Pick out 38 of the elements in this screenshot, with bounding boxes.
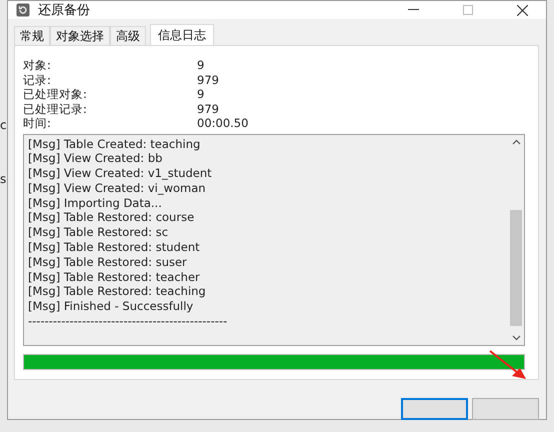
info-label: 已处理记录: (23, 102, 88, 116)
scroll-down-icon[interactable] (512, 334, 520, 340)
annotation-arrow (488, 349, 528, 381)
info-label: 记录: (23, 72, 52, 87)
info-value: 979 (197, 72, 220, 87)
log-line: [Msg] Table Created: teaching (28, 136, 202, 152)
info-label: 已处理对象: (23, 87, 88, 102)
info-value: 00:00.50 (197, 116, 250, 130)
dialog-button[interactable] (401, 398, 468, 420)
log-line: [Msg] View Created: v1_student (28, 166, 213, 181)
tab[interactable]: 高级 (110, 26, 146, 45)
tab[interactable]: 信息日志 (150, 24, 214, 45)
background-text: c (0, 118, 7, 132)
info-value: 979 (197, 102, 220, 116)
tab[interactable]: 常规 (14, 26, 50, 45)
log-line: [Msg] Table Restored: course (28, 210, 196, 226)
info-label: 对象: (23, 58, 52, 72)
tab[interactable]: 对象选择 (50, 26, 110, 45)
log-line: [Msg] Table Restored: suser (28, 254, 188, 270)
log-line: [Msg] Table Restored: sc (28, 225, 170, 240)
background-text: s (0, 172, 7, 186)
log-line: [Msg] Table Restored: teaching (28, 284, 207, 300)
scroll-up-icon[interactable] (512, 138, 520, 144)
info-label: 时间: (23, 116, 52, 130)
restore-icon (16, 3, 30, 17)
close-icon[interactable] (517, 4, 528, 16)
log-line: [Msg] Table Restored: teacher (28, 270, 201, 284)
log-line: [Msg] Importing Data... (28, 196, 163, 210)
info-value: 9 (197, 58, 206, 72)
log-line: [Msg] Table Restored: student (28, 240, 201, 255)
minimize-icon[interactable] (408, 9, 419, 11)
log-line: ------------------------------------------------ (28, 314, 228, 329)
window-title: 还原备份 (38, 2, 90, 19)
scroll-thumb[interactable] (510, 210, 522, 326)
log-line: [Msg] Finished - Successfully (28, 299, 194, 314)
log-line: [Msg] View Created: vi_woman (28, 180, 207, 196)
info-value: 9 (197, 87, 206, 102)
log-line: [Msg] View Created: bb (28, 151, 164, 166)
